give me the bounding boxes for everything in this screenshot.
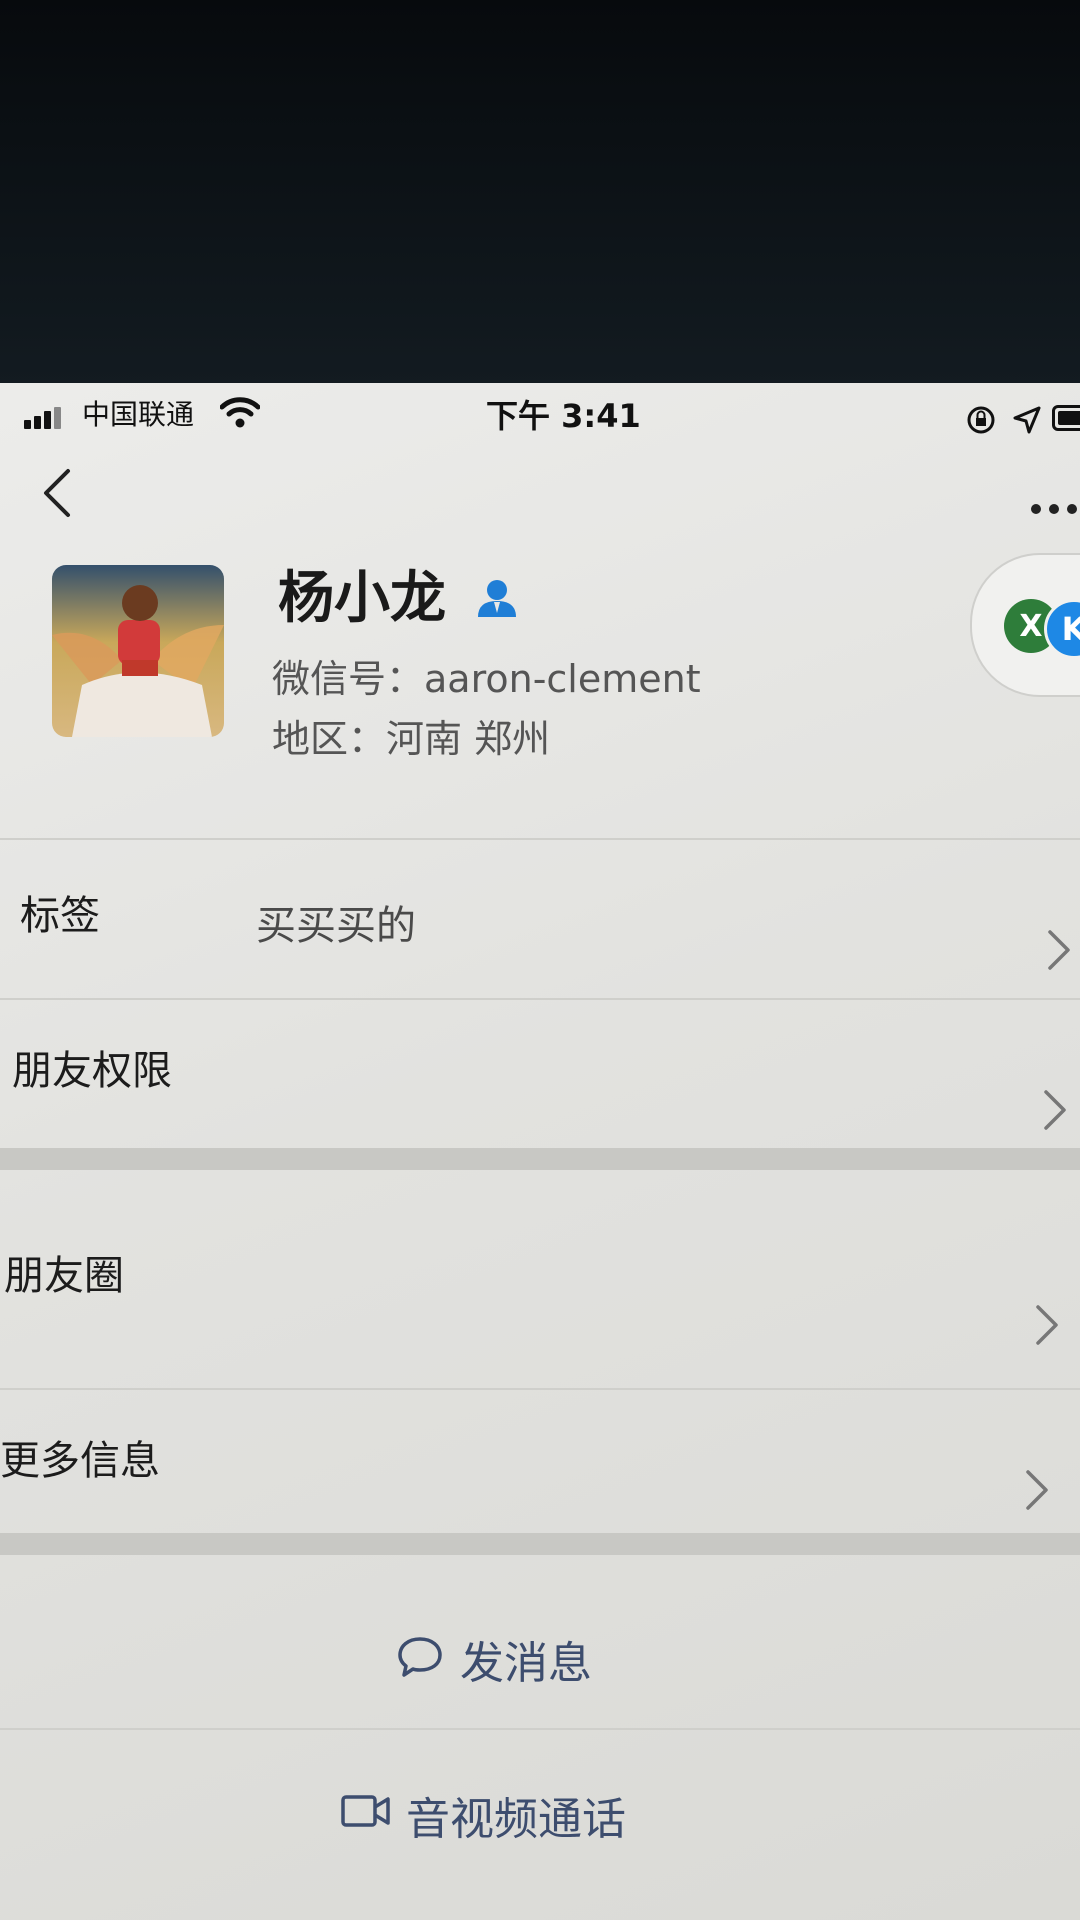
status-bar: 中国联通 下午 3:41 (0, 383, 1080, 443)
app-badge-pill[interactable]: X K (970, 553, 1080, 697)
rotation-lock-icon (967, 406, 995, 434)
send-message-label: 发消息 (460, 1638, 592, 1689)
battery-icon (1052, 405, 1080, 431)
phone-screen: 中国联通 下午 3:41 杨小龙 微信号：aaron-clement 地区：河南… (0, 383, 1080, 1920)
more-options-icon[interactable] (1028, 501, 1080, 517)
more-info-label: 更多信息 (0, 1438, 160, 1484)
location-icon (1013, 406, 1041, 434)
moments-label: 朋友圈 (4, 1253, 124, 1299)
region: 地区：河南 郑州 (272, 717, 551, 761)
contact-person-icon (478, 580, 516, 617)
device-bezel (0, 0, 1080, 385)
divider (0, 838, 1080, 840)
av-call-label: 音视频通话 (406, 1794, 626, 1845)
chevron-right-icon (1036, 1305, 1058, 1345)
back-arrow-icon[interactable] (38, 465, 78, 521)
wifi-icon (220, 397, 260, 428)
section-gap (0, 1533, 1080, 1555)
video-call-icon (341, 1795, 390, 1827)
chevron-right-icon (1048, 930, 1070, 970)
friend-permission-label: 朋友权限 (12, 1048, 172, 1094)
chevron-right-icon (1044, 1090, 1066, 1130)
wechat-id: 微信号：aaron-clement (272, 657, 701, 701)
signal-icon (24, 403, 68, 429)
chevron-right-icon (1026, 1470, 1048, 1510)
avatar[interactable] (52, 565, 224, 737)
tag-label: 标签 (20, 893, 100, 939)
chat-bubble-icon (398, 1637, 442, 1677)
divider (0, 998, 1080, 1000)
carrier-name: 中国联通 (82, 398, 195, 431)
clock: 下午 3:41 (486, 397, 641, 435)
divider (0, 1728, 1080, 1730)
contact-name: 杨小龙 (278, 566, 446, 631)
divider (0, 1388, 1080, 1390)
section-gap (0, 1148, 1080, 1170)
tag-value: 买买买的 (256, 903, 416, 949)
